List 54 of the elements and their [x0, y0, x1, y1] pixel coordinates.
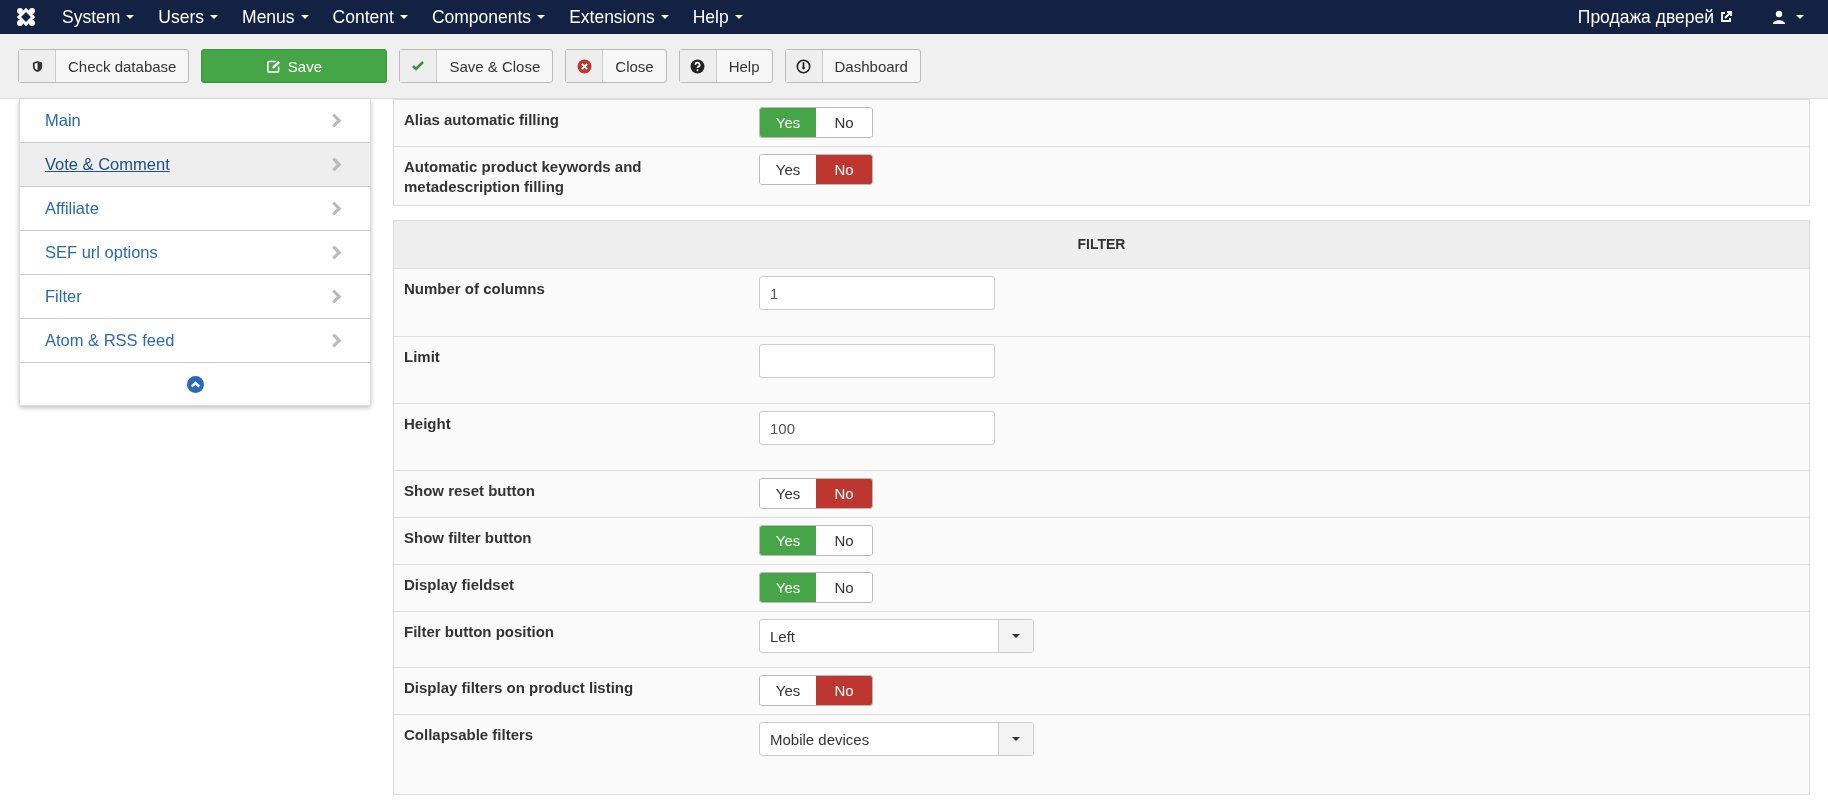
collapse-up-icon[interactable]: [186, 375, 204, 393]
setting-label: Automatic product keywords and metadescription filling: [404, 157, 643, 197]
setting-label: Display fieldset: [404, 575, 516, 595]
menu-item[interactable]: Content: [320, 6, 420, 28]
setting-label: Collapsable filters: [404, 725, 535, 745]
setting-label: Display filters on product listing: [404, 678, 635, 698]
edit-icon: [266, 59, 280, 73]
menu-item[interactable]: Menus: [230, 6, 321, 28]
chevron-right-icon: [331, 157, 342, 172]
panel-heading: FILTER: [394, 221, 1809, 269]
setting-label: Limit: [404, 347, 441, 367]
gauge-icon: [796, 58, 811, 74]
logo-icon[interactable]: [16, 7, 36, 27]
toggle-option[interactable]: No: [816, 155, 872, 184]
check-icon: [411, 59, 426, 73]
close-icon: [576, 58, 592, 74]
toggle-option[interactable]: No: [816, 479, 872, 508]
dropdown[interactable]: Left: [759, 619, 1034, 653]
chevron-right-icon: [331, 245, 342, 260]
chevron-right-icon: [331, 113, 342, 128]
menu-item[interactable]: Users: [146, 6, 231, 28]
chevron-right-icon: [331, 289, 342, 304]
setting-label: Height: [404, 414, 452, 434]
setting-label: Alias automatic filling: [404, 110, 561, 130]
menu-item[interactable]: Help: [680, 6, 755, 28]
setting-label: Number of columns: [404, 279, 546, 299]
setting-label: Show filter button: [404, 528, 533, 548]
menu-item[interactable]: Components: [419, 6, 558, 28]
chevron-right-icon: [331, 333, 342, 348]
toolbar-button[interactable]: Save & Close: [399, 49, 554, 83]
menu-item[interactable]: System: [50, 6, 147, 28]
toolbar-button[interactable]: Help: [678, 49, 773, 83]
toolbar-button[interactable]: Dashboard: [784, 49, 921, 83]
sidebar-item[interactable]: SEF url options: [20, 231, 370, 275]
site-link[interactable]: Продажа дверей: [1565, 6, 1744, 28]
sidebar-item[interactable]: Filter: [20, 275, 370, 319]
input-field[interactable]: 1: [759, 276, 995, 310]
sidebar-item[interactable]: Atom & RSS feed: [20, 319, 370, 363]
toggle-option[interactable]: No: [816, 676, 872, 705]
sidebar-item[interactable]: Affiliate: [20, 187, 370, 231]
setting-label: Filter button position: [404, 622, 555, 642]
toolbar-button[interactable]: Close: [565, 49, 667, 83]
menu-item[interactable]: Extensions: [557, 6, 681, 28]
input-field[interactable]: [759, 344, 995, 378]
shield-icon: [30, 59, 44, 73]
dropdown[interactable]: Mobile devices: [759, 722, 1034, 756]
setting-label: Show reset button: [404, 481, 536, 501]
user-icon: [1772, 10, 1786, 24]
input-field[interactable]: 100: [759, 411, 995, 445]
toolbar-button[interactable]: Check database: [18, 49, 190, 83]
help-icon: [690, 58, 706, 74]
chevron-right-icon: [331, 201, 342, 216]
sidebar-item[interactable]: Vote & Comment: [20, 143, 370, 187]
external-link-icon: [1720, 11, 1732, 23]
